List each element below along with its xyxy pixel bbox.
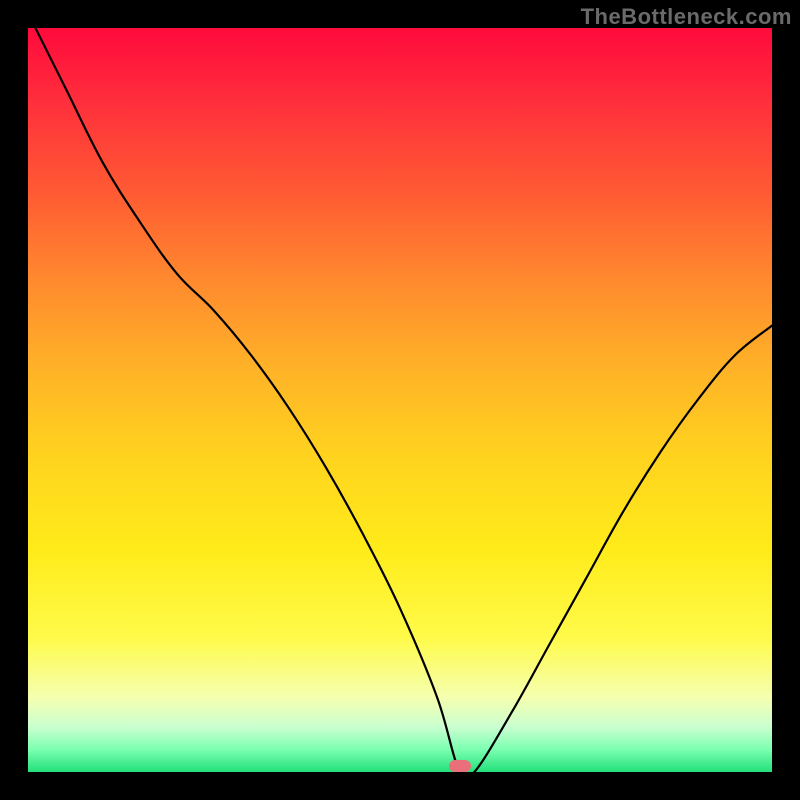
plot-area bbox=[28, 28, 772, 772]
watermark-text: TheBottleneck.com bbox=[581, 4, 792, 30]
chart-stage: TheBottleneck.com bbox=[0, 0, 800, 800]
bottleneck-curve bbox=[28, 28, 772, 772]
optimal-marker bbox=[449, 760, 471, 772]
